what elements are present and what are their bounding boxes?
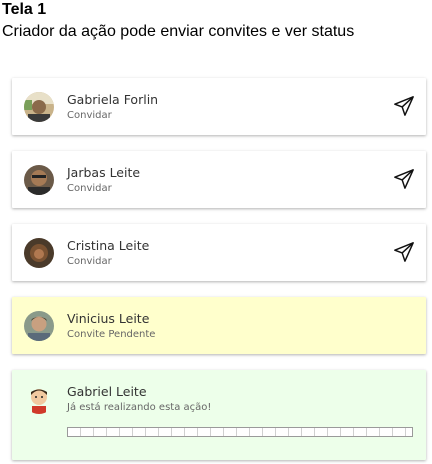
avatar	[24, 92, 54, 122]
invitee-card-active: Gabriel Leite Já está realizando esta aç…	[12, 370, 426, 460]
screen-title: Tela 1	[2, 1, 47, 18]
invitee-name: Jarbas Leite	[67, 165, 141, 180]
send-icon	[394, 169, 414, 189]
send-icon	[394, 96, 414, 116]
invitee-status[interactable]: Convidar	[67, 110, 112, 122]
invitee-name: Vinicius Leite	[67, 311, 150, 326]
invitee-status: Convite Pendente	[67, 329, 156, 340]
invitee-status: Já está realizando esta ação!	[67, 402, 212, 413]
send-invite-button[interactable]	[390, 238, 418, 266]
invitee-card-pending: Vinicius Leite Convite Pendente	[12, 297, 426, 354]
invitee-name: Cristina Leite	[67, 238, 150, 253]
invitee-card: Gabriela Forlin Convidar	[12, 78, 426, 135]
avatar	[24, 238, 54, 268]
send-icon	[394, 242, 414, 262]
invitee-name: Gabriela Forlin	[67, 92, 159, 107]
avatar	[24, 384, 54, 414]
invitee-status[interactable]: Convidar	[67, 256, 112, 268]
send-invite-button[interactable]	[390, 92, 418, 120]
invitee-name: Gabriel Leite	[67, 384, 147, 399]
progress-bar	[67, 427, 413, 437]
invitee-card: Cristina Leite Convidar	[12, 224, 426, 281]
avatar	[24, 165, 54, 195]
screen-subtitle: Criador da ação pode enviar convites e v…	[2, 23, 355, 40]
invitee-status[interactable]: Convidar	[67, 183, 112, 195]
avatar	[24, 311, 54, 341]
send-invite-button[interactable]	[390, 165, 418, 193]
invitee-card: Jarbas Leite Convidar	[12, 151, 426, 208]
